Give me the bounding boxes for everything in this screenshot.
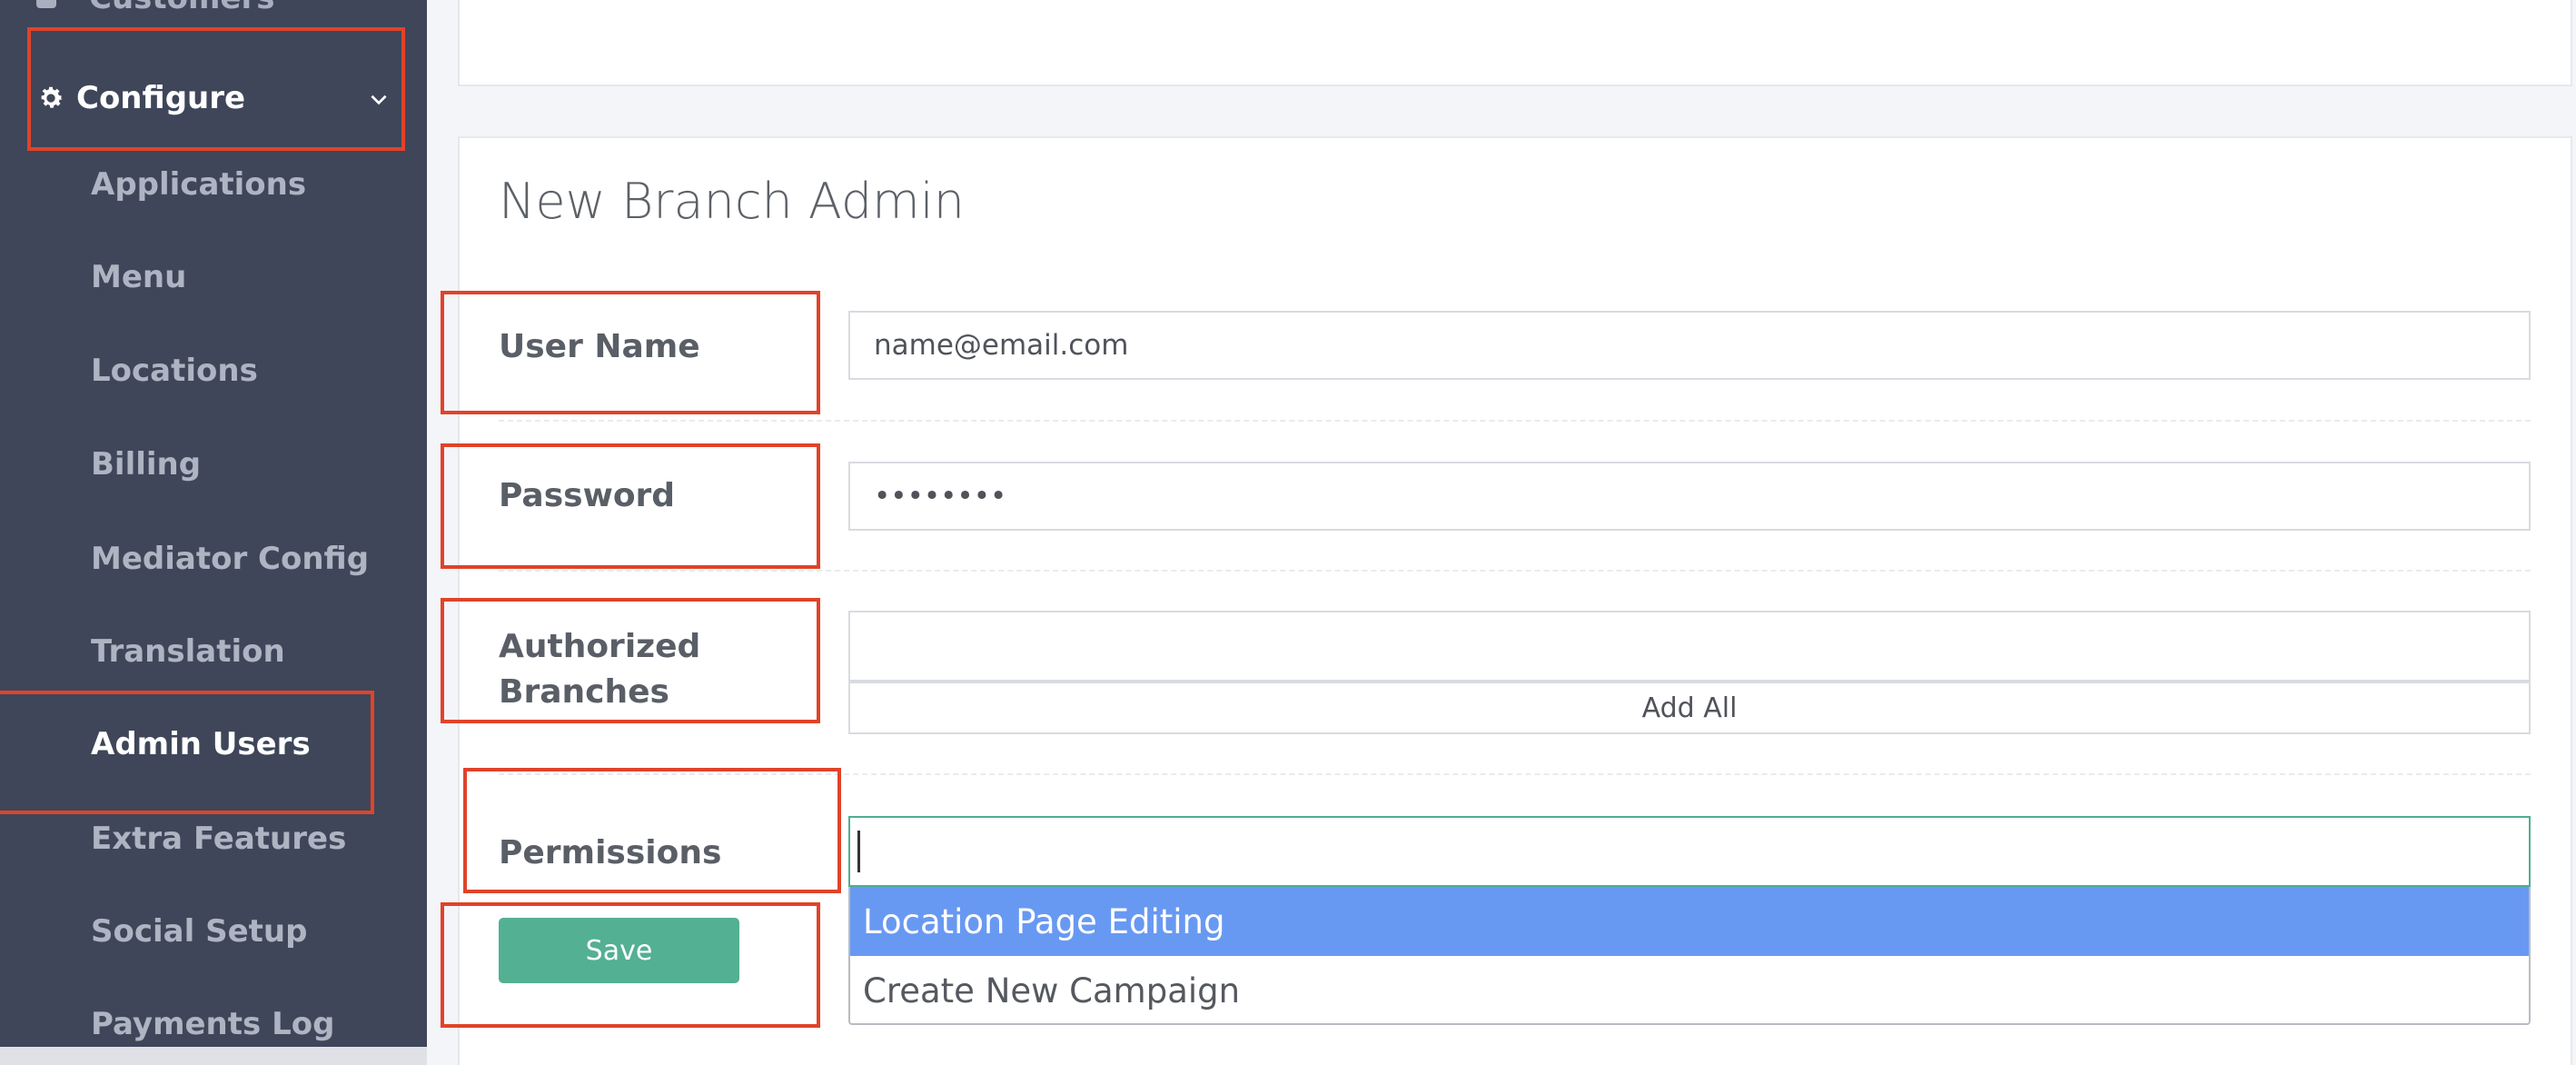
permission-option-create-new-campaign[interactable]: Create New Campaign — [850, 956, 2529, 1023]
permissions-dropdown: Location Page Editing Create New Campaig… — [848, 887, 2531, 1025]
text-caret — [857, 831, 860, 872]
permission-option-location-page-editing[interactable]: Location Page Editing — [850, 887, 2529, 956]
authorized-branches-label: Authorized Branches — [499, 624, 700, 715]
username-input[interactable] — [848, 311, 2531, 380]
permissions-label: Permissions — [499, 834, 722, 871]
sidebar-item-extra-features[interactable]: Extra Features — [91, 816, 346, 861]
sidebar-item-label: Extra Features — [91, 821, 347, 857]
sidebar-item-label: Menu — [91, 259, 187, 295]
authorized-branches-input[interactable] — [848, 611, 2531, 682]
sidebar-item-label: Locations — [91, 353, 258, 389]
sidebar-item-billing[interactable]: Billing — [91, 442, 201, 487]
password-label: Password — [499, 477, 676, 514]
authorized-branches-label-line2: Branches — [499, 673, 669, 711]
add-all-button[interactable]: Add All — [848, 682, 2531, 734]
save-button[interactable]: Save — [499, 918, 739, 983]
sidebar-item-locations[interactable]: Locations — [91, 348, 258, 393]
password-input[interactable] — [848, 462, 2531, 531]
sidebar: Customers Configure Applications Menu Lo… — [0, 0, 427, 1065]
page-title: New Branch Admin — [499, 173, 965, 230]
sidebar-item-translation[interactable]: Translation — [91, 629, 285, 674]
sidebar-footer-strip — [0, 1047, 427, 1065]
top-card — [458, 0, 2572, 86]
sidebar-section-label: Configure — [76, 80, 246, 116]
sidebar-item-social-setup[interactable]: Social Setup — [91, 909, 307, 954]
sidebar-item-payments-log[interactable]: Payments Log — [91, 1001, 334, 1047]
permissions-input[interactable] — [848, 816, 2531, 887]
gear-icon — [41, 86, 63, 108]
sidebar-item-label: Payments Log — [91, 1006, 335, 1042]
authorized-branches-label-line1: Authorized — [499, 628, 701, 665]
sidebar-item-label: Customers — [89, 0, 275, 16]
sidebar-item-applications[interactable]: Applications — [91, 162, 306, 207]
sidebar-item-mediator-config[interactable]: Mediator Config — [91, 536, 369, 582]
sidebar-item-label: Applications — [91, 166, 307, 203]
sidebar-section-configure[interactable]: Configure — [36, 71, 391, 125]
field-divider — [499, 570, 2531, 572]
sidebar-item-label: Mediator Config — [91, 541, 370, 577]
sidebar-item-label: Social Setup — [91, 913, 308, 950]
customers-icon — [36, 0, 56, 8]
sidebar-item-label: Billing — [91, 446, 202, 483]
sidebar-item-label: Translation — [91, 633, 285, 670]
field-divider — [499, 773, 2531, 775]
sidebar-item-admin-users[interactable]: Admin Users — [91, 722, 311, 767]
sidebar-item-label: Admin Users — [91, 726, 311, 762]
username-label: User Name — [499, 328, 700, 365]
field-divider — [499, 420, 2531, 422]
sidebar-item-menu[interactable]: Menu — [91, 254, 186, 300]
chevron-down-icon — [371, 95, 387, 105]
sidebar-item-customers[interactable]: Customers — [36, 0, 275, 16]
